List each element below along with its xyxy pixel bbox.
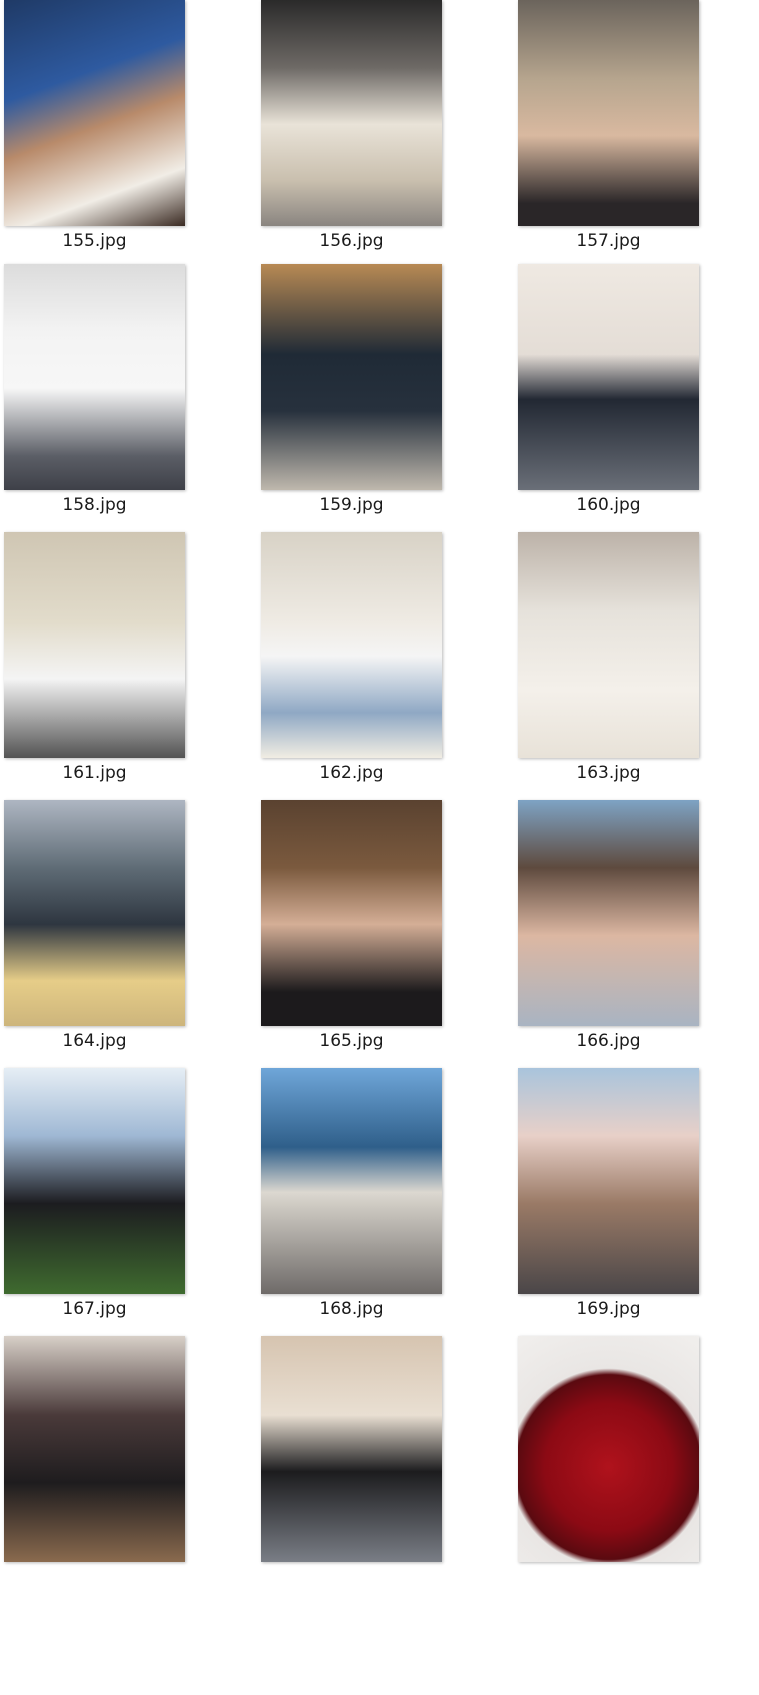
file-thumbnail[interactable]	[4, 264, 185, 490]
file-name-label[interactable]: 162.jpg	[261, 762, 442, 784]
file-item[interactable]: 168.jpg	[261, 1068, 442, 1328]
file-name-label[interactable]: 163.jpg	[518, 762, 699, 784]
file-thumbnail[interactable]	[518, 1068, 699, 1294]
file-name-label[interactable]: 160.jpg	[518, 494, 699, 516]
file-item[interactable]: 161.jpg	[4, 532, 185, 792]
file-item[interactable]	[261, 1336, 442, 1596]
file-thumbnail[interactable]	[261, 0, 442, 226]
file-item[interactable]: 166.jpg	[518, 800, 699, 1060]
file-item[interactable]: 159.jpg	[261, 264, 442, 524]
file-thumbnail[interactable]	[4, 532, 185, 758]
file-thumbnail[interactable]	[261, 264, 442, 490]
file-thumbnail[interactable]	[261, 1068, 442, 1294]
file-item[interactable]: 163.jpg	[518, 532, 699, 792]
file-thumbnail[interactable]	[261, 1336, 442, 1562]
file-name-label[interactable]: 169.jpg	[518, 1298, 699, 1320]
file-item[interactable]: 160.jpg	[518, 264, 699, 524]
file-name-label[interactable]: 158.jpg	[4, 494, 185, 516]
file-name-label[interactable]: 156.jpg	[261, 230, 442, 252]
file-item[interactable]: 157.jpg	[518, 0, 699, 260]
file-name-label[interactable]: 157.jpg	[518, 230, 699, 252]
file-item[interactable]: 162.jpg	[261, 532, 442, 792]
file-thumbnail[interactable]	[518, 0, 699, 226]
file-thumbnail[interactable]	[518, 800, 699, 1026]
file-thumbnail[interactable]	[4, 0, 185, 226]
file-thumbnail[interactable]	[518, 264, 699, 490]
file-name-label[interactable]: 168.jpg	[261, 1298, 442, 1320]
file-name-label[interactable]: 155.jpg	[4, 230, 185, 252]
file-thumbnail[interactable]	[4, 1336, 185, 1562]
file-name-label[interactable]: 167.jpg	[4, 1298, 185, 1320]
file-item[interactable]: 158.jpg	[4, 264, 185, 524]
file-thumbnail[interactable]	[261, 800, 442, 1026]
file-name-label[interactable]: 161.jpg	[4, 762, 185, 784]
file-item[interactable]: 165.jpg	[261, 800, 442, 1060]
file-thumbnail[interactable]	[4, 1068, 185, 1294]
file-item[interactable]: 155.jpg	[4, 0, 185, 260]
file-name-label[interactable]: 165.jpg	[261, 1030, 442, 1052]
file-thumbnail[interactable]	[4, 800, 185, 1026]
file-name-label[interactable]: 166.jpg	[518, 1030, 699, 1052]
file-item[interactable]	[4, 1336, 185, 1596]
file-name-label[interactable]: 164.jpg	[4, 1030, 185, 1052]
file-item[interactable]: 167.jpg	[4, 1068, 185, 1328]
file-item[interactable]: 164.jpg	[4, 800, 185, 1060]
file-name-label[interactable]: 159.jpg	[261, 494, 442, 516]
file-item[interactable]: 156.jpg	[261, 0, 442, 260]
file-thumbnail[interactable]	[518, 1336, 699, 1562]
file-thumbnail[interactable]	[261, 532, 442, 758]
file-item[interactable]	[518, 1336, 699, 1596]
file-thumbnail[interactable]	[518, 532, 699, 758]
file-item[interactable]: 169.jpg	[518, 1068, 699, 1328]
